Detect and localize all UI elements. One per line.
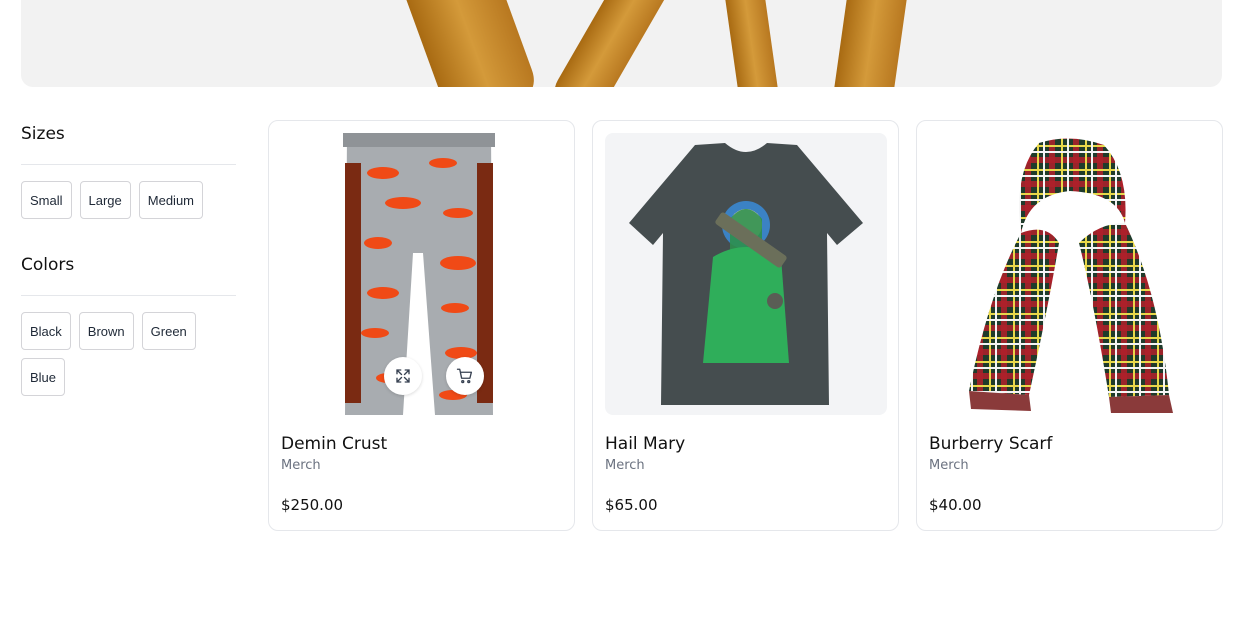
expand-icon xyxy=(396,369,410,383)
color-option-black[interactable]: Black xyxy=(21,312,71,350)
shopping-cart-icon xyxy=(456,368,473,384)
product-category: Merch xyxy=(281,458,321,473)
product-price: $65.00 xyxy=(605,496,658,514)
bag-strap-image xyxy=(832,0,910,87)
size-option-medium[interactable]: Medium xyxy=(138,181,204,219)
size-option-large[interactable]: Large xyxy=(79,181,131,219)
product-card[interactable]: Hail Mary Merch $65.00 xyxy=(592,120,899,531)
sizes-filter: Sizes Small Large Medium xyxy=(21,120,236,219)
size-option-small[interactable]: Small xyxy=(21,181,72,219)
colors-filter: Colors Black Brown Green Blue xyxy=(21,251,236,396)
bag-strap-image xyxy=(722,0,780,87)
bag-strap-image xyxy=(399,0,543,87)
hero-banner xyxy=(21,0,1222,87)
divider xyxy=(21,164,236,165)
product-price: $250.00 xyxy=(281,496,344,514)
product-card[interactable]: Burberry Scarf Merch $40.00 xyxy=(916,120,1223,531)
product-category: Merch xyxy=(605,458,645,473)
product-image[interactable] xyxy=(929,133,1211,415)
colors-filter-title: Colors xyxy=(21,255,75,275)
product-name[interactable]: Hail Mary xyxy=(605,433,886,455)
sizes-filter-title: Sizes xyxy=(21,124,65,144)
size-options: Small Large Medium xyxy=(21,181,236,219)
product-name[interactable]: Burberry Scarf xyxy=(929,433,1210,455)
color-option-brown[interactable]: Brown xyxy=(78,312,134,350)
product-name[interactable]: Demin Crust xyxy=(281,433,562,455)
filter-sidebar: Sizes Small Large Medium Colors Black Br… xyxy=(21,120,236,396)
product-image[interactable] xyxy=(605,133,887,415)
product-image[interactable] xyxy=(281,133,563,415)
product-price: $40.00 xyxy=(929,496,982,514)
product-category: Merch xyxy=(929,458,969,473)
add-to-cart-button[interactable] xyxy=(446,357,484,395)
scarf-image xyxy=(969,138,1173,413)
color-option-green[interactable]: Green xyxy=(141,312,196,350)
product-grid: Demin Crust Merch $250.00 Hail Mary Merc… xyxy=(268,120,1223,531)
product-card[interactable]: Demin Crust Merch $250.00 xyxy=(268,120,575,531)
expand-button[interactable] xyxy=(384,357,422,395)
bag-strap-image xyxy=(546,0,676,87)
color-options: Black Brown Green Blue xyxy=(21,312,236,396)
color-option-blue[interactable]: Blue xyxy=(21,358,66,396)
tshirt-image xyxy=(629,143,863,405)
divider xyxy=(21,295,236,296)
